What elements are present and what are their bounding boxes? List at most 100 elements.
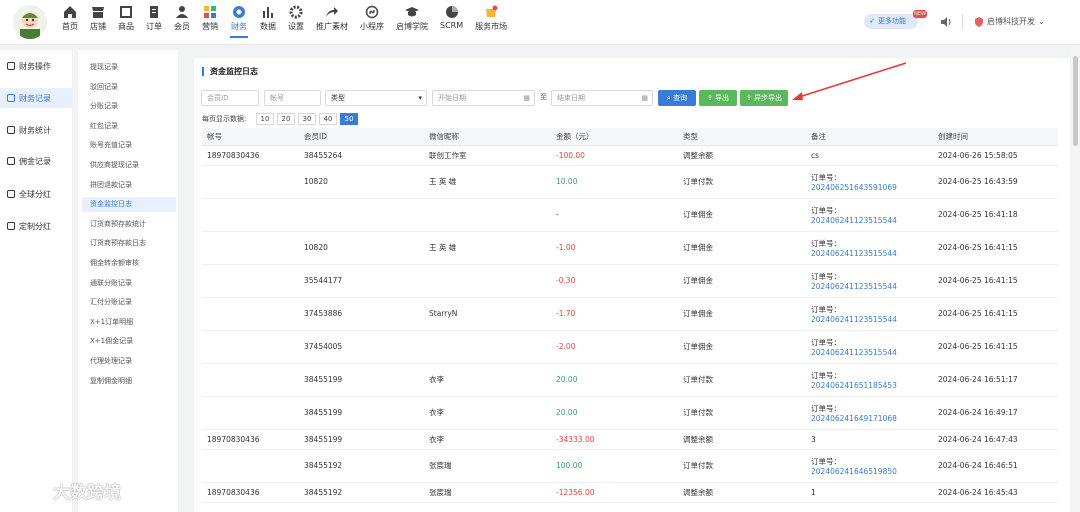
note-cell: 订单号： 202406241123515544 [806,297,933,331]
subnav-item-9[interactable]: 订货商预存款日志 [82,236,176,251]
goods-icon [119,5,133,19]
member-id-input[interactable]: 会员ID [201,90,259,106]
page-size-option[interactable]: 50 [340,113,358,125]
note-cell: 订单号： 202406241123515544 [806,198,933,232]
nav-item-4[interactable]: 会员 [170,5,194,39]
nav-menu: 首页 店铺 商品 订单 会员 营销 财务 数据 设置 推广素材 小程序 启博学院 SCRM 服务市场 [58,5,515,39]
avatar[interactable] [13,5,47,39]
sidebar-item-2[interactable]: 财务统计 [0,120,73,140]
amount-cell: -100.00 [551,145,678,166]
start-date-input[interactable]: 开始日期 ▦ [432,90,535,106]
end-date-input[interactable]: 结束日期 ▦ [551,90,653,106]
subnav-item-15[interactable]: 代理处理记录 [82,354,176,369]
subnav-item-1[interactable]: 驳回记录 [82,80,176,95]
nav-item-2[interactable]: 商品 [114,5,138,39]
nav-item-8[interactable]: 设置 [284,5,308,39]
table-row: 10820 王 英 雄 -1.00 订单佣金 订单号： 20240624112351554… [202,231,1058,265]
nav-item-0[interactable]: 首页 [58,5,82,39]
company-menu[interactable]: 启博科技开发 ⌄ [974,16,1045,27]
nav-item-7[interactable]: 数据 [256,5,280,39]
sidebar-item-1[interactable]: 财务记录 [0,88,73,108]
order-number-link[interactable]: 202406241123515544 [811,315,897,324]
order-number-link[interactable]: 202406241123515544 [811,282,897,291]
page-size-option[interactable]: 10 [256,113,274,125]
subnav-item-16[interactable]: 复制佣金明细 [82,374,176,389]
page-size-option[interactable]: 30 [298,113,316,125]
account-cell [202,396,299,430]
subnav-item-5[interactable]: 供应商提现记录 [82,158,176,173]
order-number-link[interactable]: 202406241651185453 [811,381,897,390]
nav-item-11[interactable]: 启博学院 [392,5,432,39]
amount-cell: -12356.00 [551,482,678,503]
subnav-item-4[interactable]: 账号充值记录 [82,138,176,153]
subnav-item-6[interactable]: 拼团退款记录 [82,178,176,193]
global-dividend-icon [7,190,15,198]
store-icon [91,5,105,19]
page-size-option[interactable]: 20 [277,113,295,125]
subnav-item-13[interactable]: X+1订单明细 [82,315,176,330]
speaker-icon[interactable] [940,16,952,28]
column-header: 微信昵称 [424,128,551,146]
note-cell: 订单号： 202406241123515544 [806,330,933,364]
page-title: 资金监控日志 [202,67,258,76]
nav-item-3[interactable]: 订单 [142,5,166,39]
subnav-item-7[interactable]: 资金监控日志 [82,197,176,213]
scrollbar-thumb[interactable] [1073,56,1078,146]
nav-item-1[interactable]: 店铺 [86,5,110,39]
more-features-button[interactable]: ➶ 更多功能 [864,14,918,29]
nickname-cell: 王 英 雄 [424,165,551,199]
amount-cell: -34333.00 [551,429,678,450]
created-time-cell: 2024-06-25 16:41:15 [933,330,1058,364]
order-number-link[interactable]: 202406241123515544 [811,216,897,225]
subnav-item-11[interactable]: 通联分账记录 [82,276,176,291]
type-select[interactable]: 类型 ▾ [325,90,427,106]
nav-item-12[interactable]: SCRM [436,5,467,39]
nickname-cell: 联创工作室 [424,145,551,166]
account-input[interactable]: 帐号 [264,90,321,106]
search-button[interactable]: ⌕ 查询 [658,90,696,106]
sidebar-item-0[interactable]: 财务操作 [0,56,73,76]
async-export-button[interactable]: ⇪ 异步导出 [740,90,788,106]
nickname-cell: StarryN [424,297,551,331]
subnav-item-0[interactable]: 提现记录 [82,60,176,75]
nav-item-13[interactable]: 服务市场 [471,5,511,39]
nav-item-10[interactable]: 小程序 [356,5,388,39]
subnav-item-2[interactable]: 分账记录 [82,99,176,114]
subnav-item-14[interactable]: X+1佣金记录 [82,334,176,349]
created-time-cell: 2024-06-25 16:41:15 [933,264,1058,298]
member-id-cell: 10820 [299,231,424,265]
sidebar-item-3[interactable]: 佣金记录 [0,151,73,171]
note-label: 订单号： [811,304,841,314]
order-number-link[interactable]: 202406241649171068 [811,414,897,423]
created-time-cell: 2024-06-24 16:49:17 [933,396,1058,430]
order-number-link[interactable]: 202406241646519850 [811,467,897,476]
sidebar-item-4[interactable]: 全球分红 [0,184,73,204]
company-name: 启博科技开发 [987,17,1035,26]
order-number-link[interactable]: 202406251643591069 [811,183,897,192]
marketing-icon [203,5,217,19]
page-size-option[interactable]: 40 [319,113,337,125]
subnav-item-8[interactable]: 订货商预存款统计 [82,217,176,232]
subnav-item-12[interactable]: 汇付分账记录 [82,295,176,310]
nav-item-9[interactable]: 推广素材 [312,5,352,39]
nav-item-6[interactable]: 财务 [226,5,252,39]
created-time-cell: 2024-06-24 16:46:51 [933,449,1058,483]
export-button[interactable]: ⇪ 导出 [699,90,737,106]
order-number-link[interactable]: 202406241123515544 [811,249,897,258]
sidebar-item-5[interactable]: 定制分红 [0,216,73,236]
order-number-link[interactable]: 202406241123515544 [811,348,897,357]
sidebar-item-label: 财务操作 [19,61,51,71]
nav-item-label: 订单 [146,22,162,31]
amount-cell: 100.00 [551,449,678,483]
nav-item-label: 设置 [288,22,304,31]
account-cell: 18970830436 [202,482,299,503]
sidebar-item-label: 全球分红 [19,189,51,199]
subnav-item-10[interactable]: 佣金转余额审核 [82,256,176,271]
note-cell: 3 [806,429,933,450]
subnav-item-3[interactable]: 红包记录 [82,119,176,134]
nav-item-label: SCRM [440,21,464,30]
nav-item-5[interactable]: 营销 [198,5,222,39]
member-id-cell: 38455199 [299,429,424,450]
column-header: 金额（元） [551,128,678,146]
note-label: cs [811,150,820,160]
